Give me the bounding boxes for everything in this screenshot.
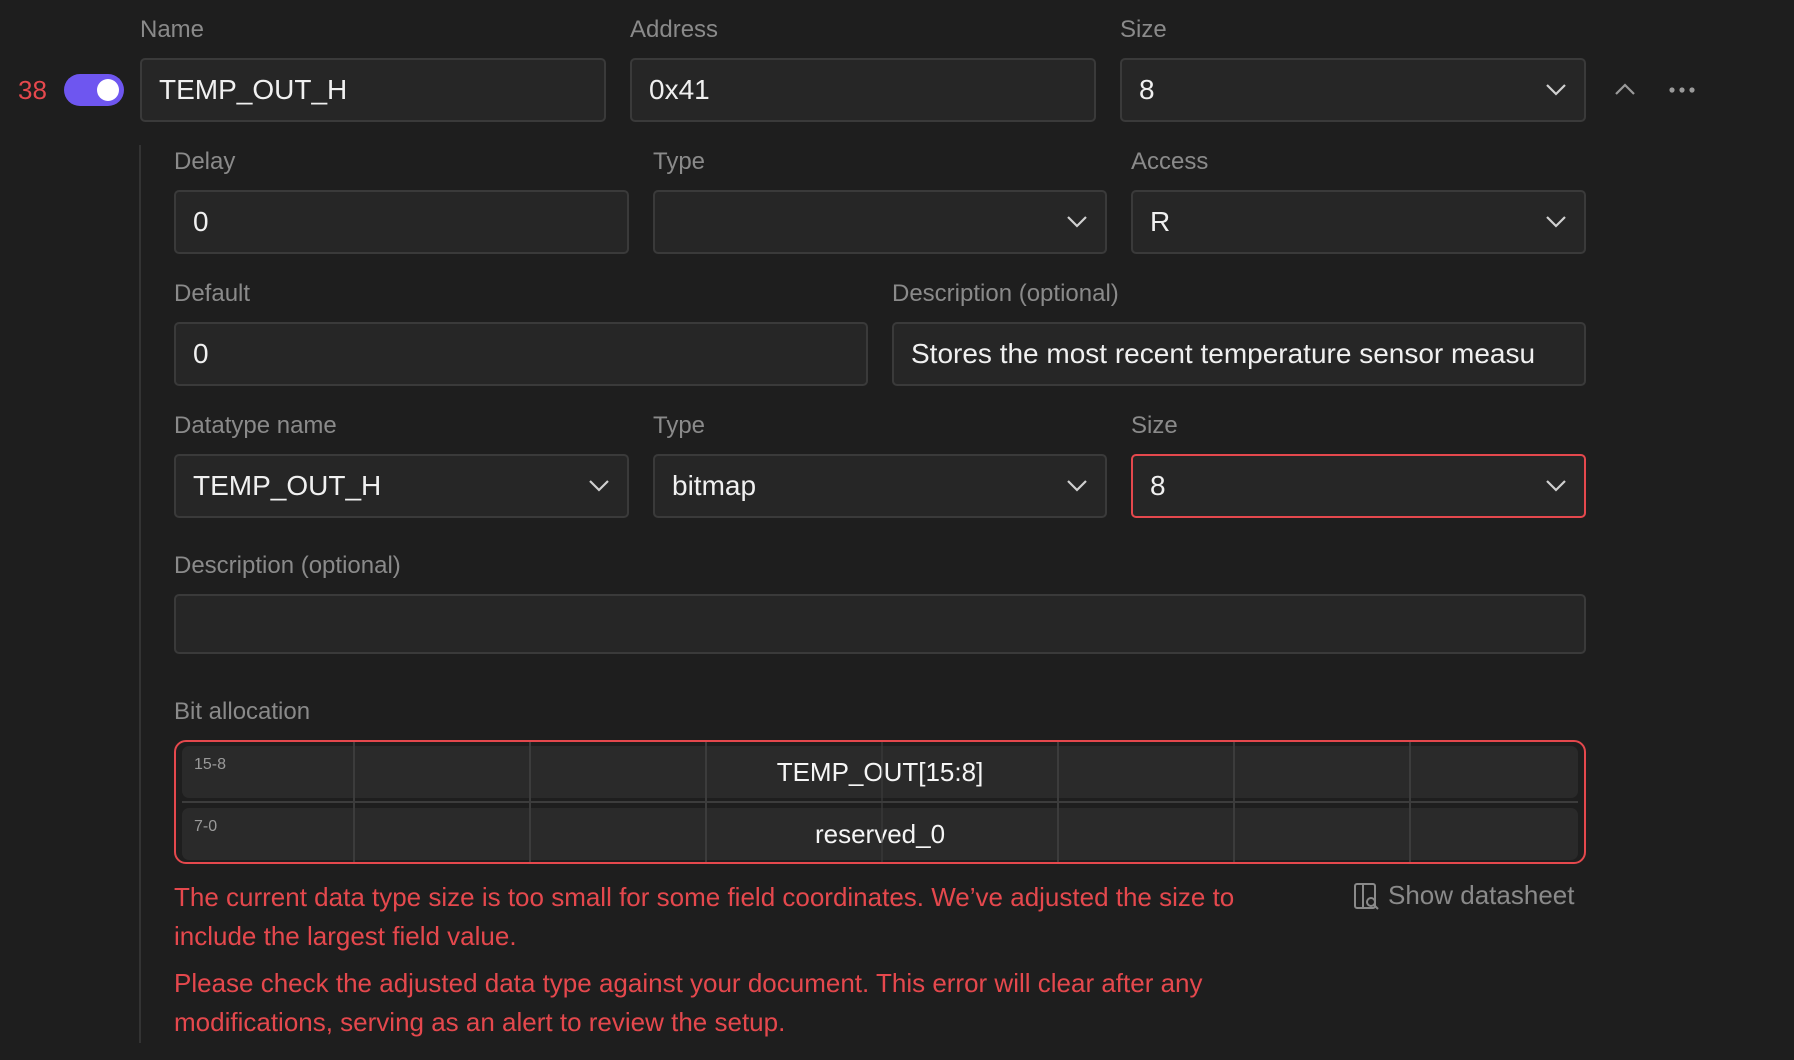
type-label: Type <box>653 148 706 175</box>
delay-label: Delay <box>174 148 236 175</box>
size-label: Size <box>1120 16 1167 43</box>
bit-allocation-grid: 15-8 TEMP_OUT[15:8] 7-0 reserved_0 <box>174 740 1586 864</box>
toggle-knob <box>97 79 119 101</box>
datatype-type-label: Type <box>653 412 706 439</box>
review-error-message: Please check the adjusted data type agai… <box>174 968 1203 1037</box>
bit-field-name: TEMP_OUT[15:8] <box>776 757 984 787</box>
datatype-name-select[interactable]: TEMP_OUT_H <box>174 454 629 518</box>
name-label: Name <box>140 16 205 43</box>
datatype-name-value: TEMP_OUT_H <box>193 470 382 501</box>
chevron-down-icon <box>1067 216 1087 228</box>
register-description-label: Description (optional) <box>892 280 1119 307</box>
chevron-down-icon <box>1546 480 1566 492</box>
address-label: Address <box>630 16 719 43</box>
show-datasheet-label: Show datasheet <box>1388 880 1575 910</box>
bit-row[interactable]: 7-0 reserved_0 <box>182 808 1578 860</box>
access-select-value: R <box>1150 206 1171 237</box>
register-index: 38 <box>18 75 47 105</box>
datatype-description-input[interactable] <box>174 594 1586 654</box>
bit-divider <box>1233 742 1235 862</box>
access-label: Access <box>1131 148 1209 175</box>
bit-divider <box>353 742 355 862</box>
delay-input-value: 0 <box>193 206 209 237</box>
size-select[interactable]: 8 <box>1120 58 1586 122</box>
access-select[interactable]: R <box>1131 190 1586 254</box>
register-description-input[interactable]: Stores the most recent temperature senso… <box>892 322 1586 386</box>
address-input-value: 0x41 <box>649 74 710 105</box>
chevron-down-icon <box>589 480 609 492</box>
more-icon[interactable] <box>1668 86 1696 94</box>
chevron-down-icon <box>1067 480 1087 492</box>
detail-indent-line <box>139 145 141 1043</box>
bit-row[interactable]: 15-8 TEMP_OUT[15:8] <box>182 746 1578 798</box>
size-error-message: The current data type size is too small … <box>174 882 1235 951</box>
name-input-value: TEMP_OUT_H <box>159 74 348 105</box>
register-enable-toggle[interactable] <box>64 74 124 106</box>
chevron-down-icon <box>1546 216 1566 228</box>
bit-divider <box>1057 742 1059 862</box>
show-datasheet-button[interactable]: Show datasheet <box>1352 880 1574 911</box>
bit-field-name: reserved_0 <box>814 819 946 849</box>
name-input[interactable]: TEMP_OUT_H <box>140 58 606 122</box>
datatype-description-label: Description (optional) <box>174 552 401 579</box>
delay-input[interactable]: 0 <box>174 190 629 254</box>
bit-divider <box>881 742 883 862</box>
default-label: Default <box>174 280 251 307</box>
datatype-size-value: 8 <box>1150 470 1166 501</box>
default-input-value: 0 <box>193 338 209 369</box>
bit-allocation-label: Bit allocation <box>174 698 311 725</box>
bit-row-divider <box>182 801 1578 803</box>
type-select[interactable] <box>653 190 1107 254</box>
datatype-type-select[interactable]: bitmap <box>653 454 1107 518</box>
datasheet-icon <box>1354 882 1379 910</box>
datatype-size-select[interactable]: 8 <box>1131 454 1586 518</box>
size-select-value: 8 <box>1139 74 1155 105</box>
address-input[interactable]: 0x41 <box>630 58 1096 122</box>
datatype-size-label: Size <box>1131 412 1178 439</box>
default-input[interactable]: 0 <box>174 322 868 386</box>
chevron-down-icon <box>1546 84 1566 96</box>
datatype-type-value: bitmap <box>672 470 757 501</box>
bit-divider <box>705 742 707 862</box>
bit-divider <box>1409 742 1411 862</box>
chevron-up-icon[interactable] <box>1614 82 1636 96</box>
datatype-name-label: Datatype name <box>174 412 337 439</box>
register-description-value: Stores the most recent temperature senso… <box>911 338 1536 369</box>
bit-divider <box>529 742 531 862</box>
